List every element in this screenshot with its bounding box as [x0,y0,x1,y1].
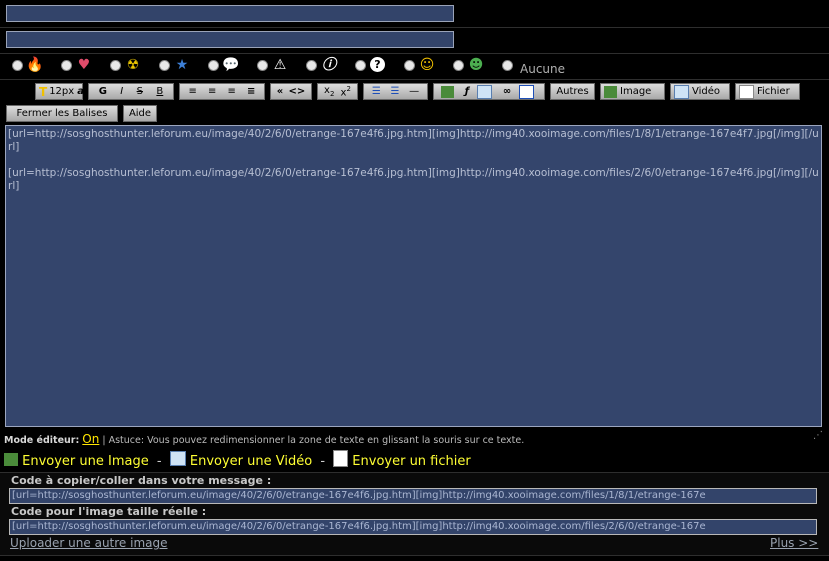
resize-handle-icon[interactable]: ⋰ [813,430,823,441]
italic-button[interactable]: I [120,86,123,97]
help-button[interactable]: Aide [123,105,157,122]
mode-tip: | Astuce: Vous pouvez redimensionner la … [102,435,525,446]
info-icon: ⓘ [322,57,336,73]
icon-radio-heart[interactable] [61,60,72,71]
align-center-icon[interactable]: ≡ [208,86,216,97]
fire-icon: 🔥 [26,57,44,73]
mode-toggle-link[interactable]: On [82,432,99,446]
more-link[interactable]: Plus >> [770,536,818,550]
send-image-icon [4,453,18,466]
image-insert-icon[interactable] [440,85,454,98]
video-icon [674,84,689,99]
topic-icon-row: 🔥 ♥ ☢ ★ 💬 ⚠ ⓘ ? ☺ ☻ Aucune [0,54,829,80]
send-links: Envoyer une Image - Envoyer une Vidéo - … [4,450,471,469]
quote-code-group: « <> [270,83,312,100]
icon-radio-smiley[interactable] [404,60,415,71]
align-left-icon[interactable]: ≡ [189,86,197,97]
fichier-button[interactable]: Fichier [735,83,800,100]
autres-button[interactable]: Autres [550,83,595,100]
flash-icon[interactable]: ƒ [465,86,469,97]
icon-radio-none[interactable] [502,60,513,71]
real-size-code-field[interactable]: [url=http://sosghosthunter.leforum.eu/im… [9,519,817,535]
copy-code-label: Code à copier/coller dans votre message … [11,474,272,487]
send-video-icon [169,451,186,466]
icon-radio-warning[interactable] [257,60,268,71]
mode-label: Mode éditeur: [4,435,80,446]
insert-group: ƒ ∞ [433,83,545,100]
numbered-list-icon[interactable]: ☰ [391,86,400,97]
heart-icon: ♥ [77,57,91,73]
autres-label: Autres [556,86,589,97]
send-video-link[interactable]: Envoyer une Vidéo [190,454,312,469]
title-input[interactable] [6,5,454,22]
smiley-icon: ☺ [419,57,435,73]
help-label: Aide [128,108,152,119]
align-justify-icon[interactable]: ≡ [247,86,255,97]
table-icon[interactable] [519,84,535,99]
video-button-label: Vidéo [692,86,721,97]
copy-code-field[interactable]: [url=http://sosghosthunter.leforum.eu/im… [9,488,817,504]
code-icon[interactable]: <> [289,86,306,97]
send-separator: - [320,454,326,469]
underline-button[interactable]: B [156,86,163,97]
monster-icon: ☻ [468,57,484,73]
real-size-code-label: Code pour l'image taille réelle : [11,505,207,518]
speech-bubble-icon: 💬 [222,57,240,73]
question-icon: ? [370,57,385,72]
align-right-icon[interactable]: ≡ [228,86,236,97]
icon-radio-question[interactable] [355,60,366,71]
editor-mode-line: Mode éditeur: On | Astuce: Vous pouvez r… [4,432,524,446]
fichier-button-label: Fichier [757,86,790,97]
bullet-list-icon[interactable]: ☰ [372,86,381,97]
icon-radio-star[interactable] [159,60,170,71]
horizontal-rule-icon[interactable]: — [409,86,419,97]
subtitle-input[interactable] [6,31,454,48]
icon-radio-radiation[interactable] [110,60,121,71]
file-icon [739,84,754,99]
send-separator: - [156,454,162,469]
link-icon[interactable]: ∞ [503,86,511,97]
icon-none-label: Aucune [520,62,566,76]
upload-another-link[interactable]: Uploader une autre image [10,536,168,550]
icon-radio-speech[interactable] [208,60,219,71]
warning-icon: ⚠ [273,57,287,73]
star-icon: ★ [175,57,189,73]
format-group: G I S B [88,83,174,100]
send-file-icon [333,450,349,467]
image-button-label: Image [620,86,652,97]
superscript-icon[interactable]: x2 [341,85,351,98]
sub-sup-group: x2 x2 [317,83,358,100]
icon-radio-monster[interactable] [453,60,464,71]
icon-radio-info[interactable] [306,60,317,71]
image-button[interactable]: Image [600,83,665,100]
send-file-link[interactable]: Envoyer un fichier [352,454,470,469]
subscript-icon[interactable]: x2 [324,85,334,98]
icon-radio-fire[interactable] [12,60,23,71]
strike-button[interactable]: S [137,86,143,97]
radiation-icon: ☢ [126,57,140,73]
subtitle-row [0,28,829,54]
close-tags-button[interactable]: Fermer les Balises [6,105,118,122]
bold-button[interactable]: G [99,86,107,97]
video-button[interactable]: Vidéo [670,83,730,100]
image-icon [604,85,617,98]
align-group: ≡ ≡ ≡ ≡ [179,83,265,100]
font-size-label: 12px [49,86,75,97]
title-row [0,0,829,28]
quote-icon[interactable]: « [277,86,283,97]
text-color-icon: T [39,84,48,99]
list-group: ☰ ☰ — [363,83,428,100]
message-editor[interactable]: [url=http://sosghosthunter.leforum.eu/im… [5,125,822,427]
video-insert-icon[interactable] [477,84,492,99]
font-size-button[interactable]: T 12px a4 [35,83,91,100]
send-image-link[interactable]: Envoyer une Image [22,454,149,469]
close-tags-label: Fermer les Balises [16,108,108,119]
